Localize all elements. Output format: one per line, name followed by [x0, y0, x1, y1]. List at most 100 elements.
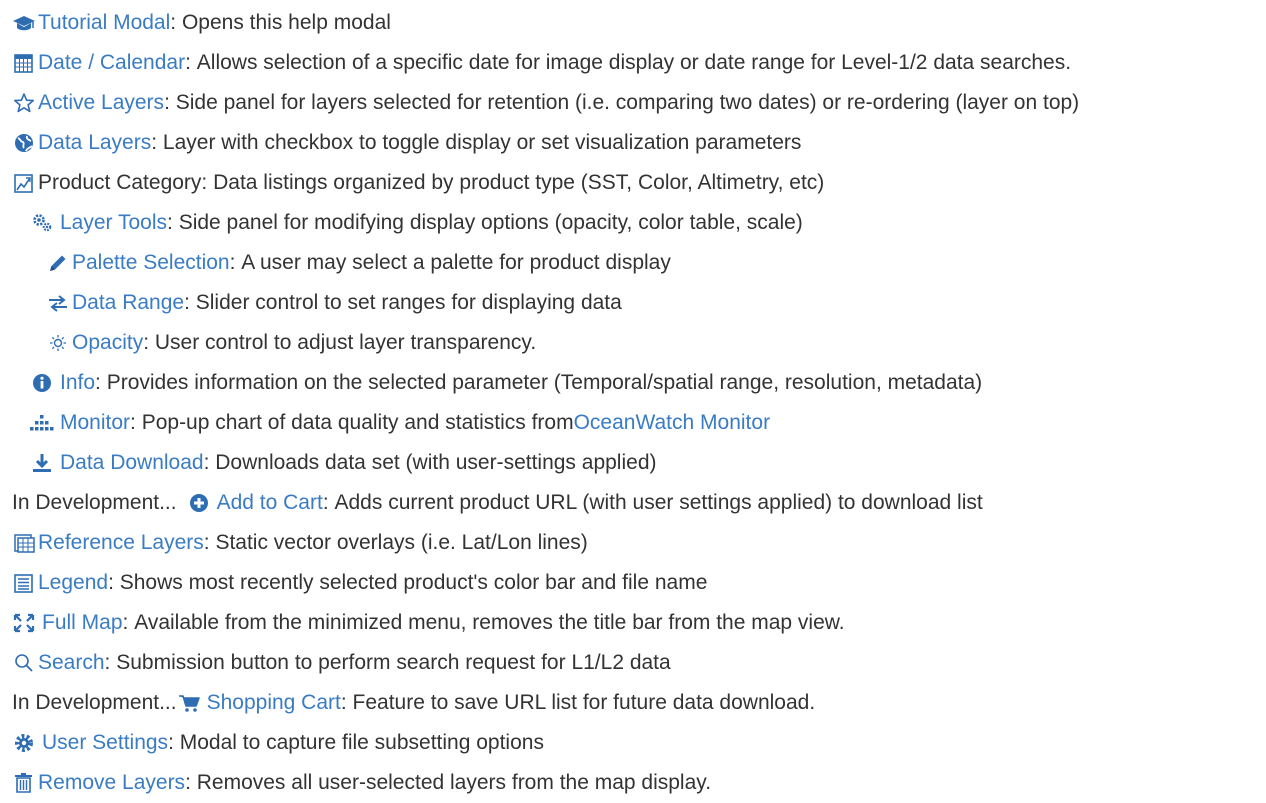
list-item-monitor: Monitor : Pop-up chart of data quality a…	[12, 403, 1266, 443]
info-link[interactable]: Info	[60, 363, 95, 403]
category-icon	[12, 172, 36, 194]
item-description: Layer with checkbox to toggle display or…	[162, 131, 802, 154]
data-layers-link[interactable]: Data Layers	[38, 123, 151, 163]
item-description: Side panel for layers selected for reten…	[175, 91, 1080, 114]
separator: :	[185, 51, 197, 74]
shopping-cart-link[interactable]: Shopping Cart	[207, 683, 341, 723]
item-description: Side panel for modifying display options…	[178, 211, 803, 234]
monitor-link[interactable]: Monitor	[60, 403, 130, 443]
separator: :	[130, 411, 142, 434]
separator: :	[184, 291, 196, 314]
date-calendar-link[interactable]: Date / Calendar	[38, 43, 185, 83]
item-description: Shows most recently selected product's c…	[119, 571, 708, 594]
cog-icon	[12, 732, 36, 754]
item-description: Pop-up chart of data quality and statist…	[141, 411, 574, 434]
item-description: User control to adjust layer transparenc…	[154, 331, 537, 354]
separator: :	[201, 171, 214, 194]
list-item-data-layers: Data Layers : Layer with checkbox to tog…	[12, 123, 1266, 163]
layer-tools-link[interactable]: Layer Tools	[60, 203, 167, 243]
item-description: Opens this help modal	[181, 11, 391, 34]
separator: :	[164, 91, 176, 114]
list-item-legend: Legend : Shows most recently selected pr…	[12, 563, 1266, 603]
search-link[interactable]: Search	[38, 643, 105, 683]
separator: :	[104, 651, 117, 674]
calendar-icon	[12, 52, 36, 74]
fullscreen-icon	[12, 612, 36, 634]
pencil-icon	[46, 252, 70, 274]
separator: :	[229, 251, 242, 274]
info-icon	[30, 372, 54, 394]
item-description: Adds current product URL (with user sett…	[334, 491, 983, 514]
star-icon	[12, 92, 36, 114]
opacity-link[interactable]: Opacity	[72, 323, 143, 363]
list-item-add-to-cart: In Development... Add to Cart : Adds cur…	[12, 483, 1266, 523]
separator: :	[340, 691, 353, 714]
list-item-tutorial-modal: Tutorial Modal : Opens this help modal	[12, 3, 1266, 43]
data-range-link[interactable]: Data Range	[72, 283, 184, 323]
trash-icon	[12, 772, 36, 794]
tutorial-modal-link[interactable]: Tutorial Modal	[38, 3, 170, 43]
in-development-label: In Development...	[12, 491, 177, 514]
list-item-layer-tools: Layer Tools : Side panel for modifying d…	[12, 203, 1266, 243]
data-download-link[interactable]: Data Download	[60, 443, 204, 483]
in-development-label: In Development...	[12, 691, 177, 714]
arrows-icon	[46, 292, 70, 314]
reference-layers-icon	[12, 532, 36, 554]
item-description: Data listings organized by product type …	[213, 171, 825, 194]
list-item-shopping-cart: In Development... Shopping Cart : Featur…	[12, 683, 1266, 723]
list-item-data-range: Data Range : Slider control to set range…	[12, 283, 1266, 323]
list-item-active-layers: Active Layers : Side panel for layers se…	[12, 83, 1266, 123]
item-description: Feature to save URL list for future data…	[352, 691, 816, 714]
list-item-date-calendar: Date / Calendar : Allows selection of a …	[12, 43, 1266, 83]
item-description: Removes all user-selected layers from th…	[196, 771, 712, 794]
user-settings-link[interactable]: User Settings	[42, 723, 168, 763]
plus-circle-icon	[187, 492, 211, 514]
separator: :	[108, 571, 120, 594]
list-item-user-settings: User Settings : Modal to capture file su…	[12, 723, 1266, 763]
list-item-palette-selection: Palette Selection : A user may select a …	[12, 243, 1266, 283]
item-description: Static vector overlays (i.e. Lat/Lon lin…	[215, 531, 588, 554]
item-description: Downloads data set (with user-settings a…	[215, 451, 657, 474]
list-item-data-download: Data Download : Downloads data set (with…	[12, 443, 1266, 483]
graduation-cap-icon	[12, 12, 36, 34]
item-description: Modal to capture file subsetting options	[179, 731, 544, 754]
list-item-remove-layers: Remove Layers : Removes all user-selecte…	[12, 763, 1266, 803]
list-item-product-category: Product Category : Data listings organiz…	[12, 163, 1266, 203]
separator: :	[168, 731, 180, 754]
legend-link[interactable]: Legend	[38, 563, 108, 603]
separator: :	[167, 211, 179, 234]
item-description: Available from the minimized menu, remov…	[134, 611, 845, 634]
separator: :	[151, 131, 163, 154]
item-description: Slider control to set ranges for display…	[195, 291, 622, 314]
list-item-reference-layers: Reference Layers : Static vector overlay…	[12, 523, 1266, 563]
oceanwatch-monitor-link[interactable]: OceanWatch Monitor	[574, 403, 770, 443]
product-category-label: Product Category	[38, 171, 202, 194]
separator: :	[95, 371, 107, 394]
monitor-chart-icon	[30, 412, 54, 434]
remove-layers-link[interactable]: Remove Layers	[38, 763, 185, 803]
shopping-cart-icon	[177, 692, 201, 714]
reference-layers-link[interactable]: Reference Layers	[38, 523, 204, 563]
separator: :	[185, 771, 197, 794]
help-legend-list: Tutorial Modal : Opens this help modal D…	[12, 3, 1266, 803]
separator: :	[170, 11, 182, 34]
globe-icon	[12, 132, 36, 154]
full-map-link[interactable]: Full Map	[42, 603, 123, 643]
search-icon	[12, 652, 36, 674]
list-item-info: Info : Provides information on the selec…	[12, 363, 1266, 403]
item-description: Submission button to perform search requ…	[116, 651, 671, 674]
gears-icon	[30, 212, 54, 234]
separator: :	[122, 611, 135, 634]
separator: :	[203, 531, 216, 554]
item-description: A user may select a palette for product …	[241, 251, 671, 274]
active-layers-link[interactable]: Active Layers	[38, 83, 164, 123]
separator: :	[143, 331, 155, 354]
legend-icon	[12, 572, 36, 594]
add-to-cart-link[interactable]: Add to Cart	[217, 483, 323, 523]
separator: :	[203, 451, 216, 474]
separator: :	[322, 491, 335, 514]
list-item-search: Search : Submission button to perform se…	[12, 643, 1266, 683]
palette-selection-link[interactable]: Palette Selection	[72, 243, 230, 283]
brightness-icon	[46, 332, 70, 354]
item-description: Allows selection of a specific date for …	[196, 51, 1072, 74]
